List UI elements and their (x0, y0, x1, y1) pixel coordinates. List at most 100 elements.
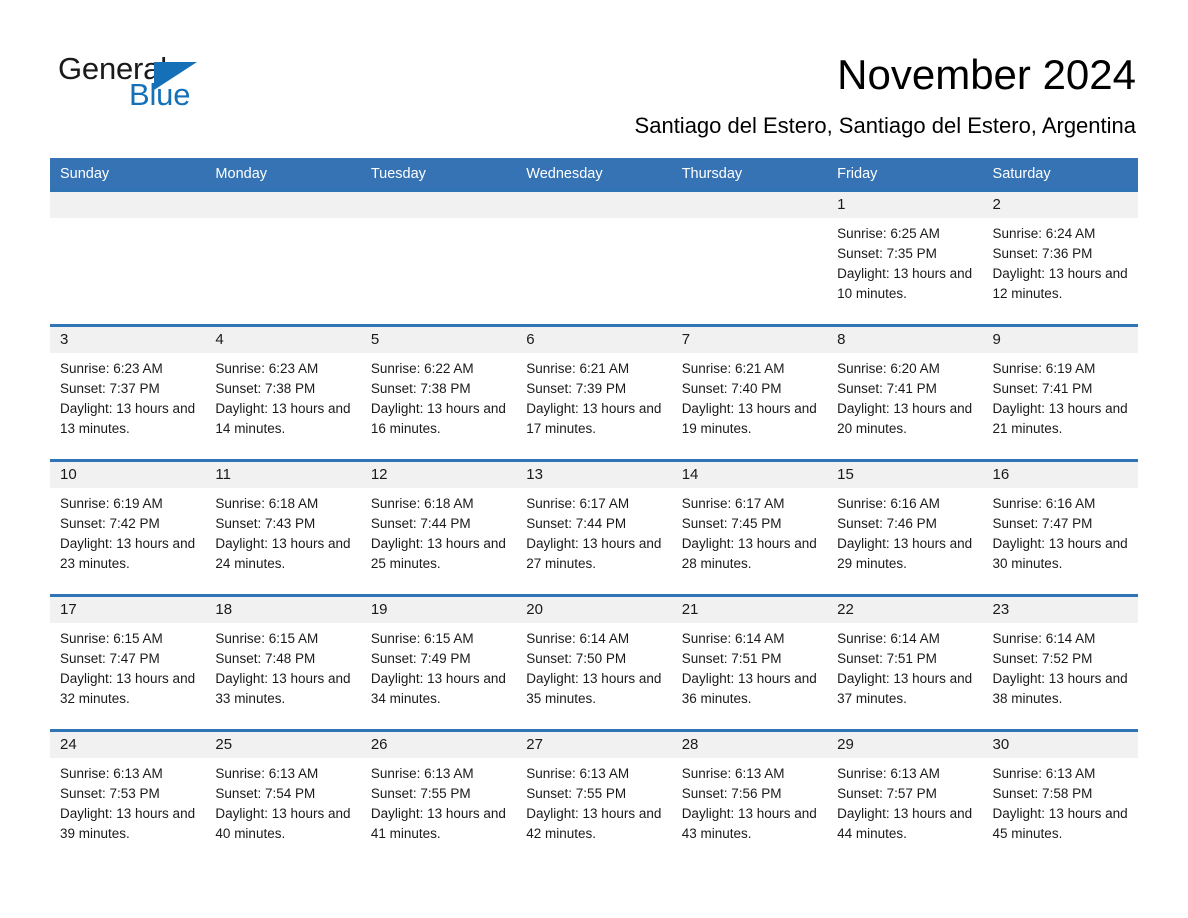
daylight-text: Daylight: 13 hours and 24 minutes. (215, 536, 351, 571)
sunset-text: Sunset: 7:47 PM (992, 516, 1093, 531)
sunset-text: Sunset: 7:42 PM (60, 516, 160, 531)
day-cell[interactable]: 16 Sunrise: 6:16 AM Sunset: 7:47 PM Dayl… (982, 459, 1138, 596)
day-cell[interactable]: 12 Sunrise: 6:18 AM Sunset: 7:44 PM Dayl… (360, 459, 517, 596)
day-number: 24 (50, 732, 206, 758)
day-cell[interactable] (671, 189, 828, 326)
day-details: Sunrise: 6:14 AM Sunset: 7:50 PM Dayligh… (516, 623, 671, 709)
daylight-text: Daylight: 13 hours and 12 minutes. (992, 266, 1128, 301)
day-cell[interactable]: 27 Sunrise: 6:13 AM Sunset: 7:55 PM Dayl… (516, 729, 672, 866)
day-details: Sunrise: 6:20 AM Sunset: 7:41 PM Dayligh… (827, 353, 982, 439)
daylight-text: Daylight: 13 hours and 23 minutes. (60, 536, 196, 571)
sunset-text: Sunset: 7:51 PM (837, 651, 937, 666)
day-details: Sunrise: 6:17 AM Sunset: 7:45 PM Dayligh… (672, 488, 827, 574)
daylight-text: Daylight: 13 hours and 34 minutes. (370, 671, 506, 706)
day-number: 5 (360, 327, 517, 353)
day-details: Sunrise: 6:22 AM Sunset: 7:38 PM Dayligh… (361, 353, 516, 439)
day-cell[interactable]: 24 Sunrise: 6:13 AM Sunset: 7:53 PM Dayl… (50, 729, 206, 866)
day-number (50, 192, 206, 218)
day-cell[interactable]: 14 Sunrise: 6:17 AM Sunset: 7:45 PM Dayl… (671, 459, 828, 596)
day-cell[interactable]: 5 Sunrise: 6:22 AM Sunset: 7:38 PM Dayli… (360, 324, 517, 461)
day-cell[interactable]: 22 Sunrise: 6:14 AM Sunset: 7:51 PM Dayl… (827, 594, 983, 731)
day-number: 20 (516, 597, 672, 623)
day-details: Sunrise: 6:13 AM Sunset: 7:53 PM Dayligh… (50, 758, 205, 844)
page-title: November 2024 (837, 51, 1136, 98)
day-cell[interactable]: 26 Sunrise: 6:13 AM Sunset: 7:55 PM Dayl… (360, 729, 517, 866)
sunrise-text: Sunrise: 6:14 AM (526, 631, 630, 646)
day-cell[interactable]: 30 Sunrise: 6:13 AM Sunset: 7:58 PM Dayl… (982, 729, 1138, 866)
daylight-text: Daylight: 13 hours and 35 minutes. (526, 671, 662, 706)
day-cell[interactable] (360, 189, 517, 326)
day-number: 23 (982, 597, 1138, 623)
day-details: Sunrise: 6:19 AM Sunset: 7:41 PM Dayligh… (983, 353, 1138, 439)
day-cell[interactable]: 2 Sunrise: 6:24 AM Sunset: 7:36 PM Dayli… (982, 189, 1138, 326)
day-number: 4 (205, 327, 361, 353)
location-subtitle: Santiago del Estero, Santiago del Estero… (634, 113, 1136, 138)
day-cell[interactable]: 7 Sunrise: 6:21 AM Sunset: 7:40 PM Dayli… (671, 324, 828, 461)
day-cell[interactable]: 23 Sunrise: 6:14 AM Sunset: 7:52 PM Dayl… (982, 594, 1138, 731)
sunset-text: Sunset: 7:38 PM (370, 381, 471, 396)
day-cell[interactable]: 8 Sunrise: 6:20 AM Sunset: 7:41 PM Dayli… (827, 324, 983, 461)
day-cell[interactable]: 15 Sunrise: 6:16 AM Sunset: 7:46 PM Dayl… (827, 459, 983, 596)
day-number: 15 (827, 462, 983, 488)
sunrise-text: Sunrise: 6:18 AM (370, 496, 474, 511)
daylight-text: Daylight: 13 hours and 21 minutes. (992, 401, 1128, 436)
day-details: Sunrise: 6:15 AM Sunset: 7:47 PM Dayligh… (50, 623, 205, 709)
day-cell[interactable]: 9 Sunrise: 6:19 AM Sunset: 7:41 PM Dayli… (982, 324, 1138, 461)
general-blue-logo: General Blue (58, 52, 288, 114)
sunset-text: Sunset: 7:44 PM (370, 516, 471, 531)
day-cell[interactable]: 10 Sunrise: 6:19 AM Sunset: 7:42 PM Dayl… (50, 459, 206, 596)
day-number: 13 (516, 462, 672, 488)
day-cell[interactable]: 3 Sunrise: 6:23 AM Sunset: 7:37 PM Dayli… (50, 324, 206, 461)
day-number: 7 (671, 327, 828, 353)
day-cell[interactable] (516, 189, 672, 326)
weekday-header-saturday: Saturday (982, 158, 1138, 191)
day-number (205, 192, 361, 218)
sunset-text: Sunset: 7:52 PM (992, 651, 1093, 666)
day-cell[interactable]: 25 Sunrise: 6:13 AM Sunset: 7:54 PM Dayl… (205, 729, 361, 866)
day-cell[interactable]: 4 Sunrise: 6:23 AM Sunset: 7:38 PM Dayli… (205, 324, 361, 461)
day-cell[interactable] (50, 189, 206, 326)
sunrise-text: Sunrise: 6:15 AM (215, 631, 319, 646)
sunset-text: Sunset: 7:38 PM (215, 381, 316, 396)
weekday-header-thursday: Thursday (671, 158, 828, 191)
day-cell[interactable] (205, 189, 361, 326)
day-cell[interactable]: 13 Sunrise: 6:17 AM Sunset: 7:44 PM Dayl… (516, 459, 672, 596)
daylight-text: Daylight: 13 hours and 19 minutes. (681, 401, 817, 436)
daylight-text: Daylight: 13 hours and 10 minutes. (837, 266, 973, 301)
day-cell[interactable]: 18 Sunrise: 6:15 AM Sunset: 7:48 PM Dayl… (205, 594, 361, 731)
sunset-text: Sunset: 7:58 PM (992, 786, 1093, 801)
sunrise-text: Sunrise: 6:16 AM (992, 496, 1096, 511)
day-number: 11 (205, 462, 361, 488)
day-details (50, 218, 205, 224)
daylight-text: Daylight: 13 hours and 42 minutes. (526, 806, 662, 841)
sunset-text: Sunset: 7:41 PM (992, 381, 1093, 396)
day-details: Sunrise: 6:24 AM Sunset: 7:36 PM Dayligh… (983, 218, 1138, 304)
daylight-text: Daylight: 13 hours and 41 minutes. (370, 806, 506, 841)
day-cell[interactable]: 1 Sunrise: 6:25 AM Sunset: 7:35 PM Dayli… (827, 189, 983, 326)
day-cell[interactable]: 20 Sunrise: 6:14 AM Sunset: 7:50 PM Dayl… (516, 594, 672, 731)
sunset-text: Sunset: 7:40 PM (681, 381, 782, 396)
day-details: Sunrise: 6:13 AM Sunset: 7:56 PM Dayligh… (672, 758, 827, 844)
day-details: Sunrise: 6:13 AM Sunset: 7:57 PM Dayligh… (827, 758, 982, 844)
sunset-text: Sunset: 7:41 PM (837, 381, 937, 396)
day-cell[interactable]: 6 Sunrise: 6:21 AM Sunset: 7:39 PM Dayli… (516, 324, 672, 461)
day-cell[interactable]: 17 Sunrise: 6:15 AM Sunset: 7:47 PM Dayl… (50, 594, 206, 731)
day-number: 14 (671, 462, 828, 488)
day-cell[interactable]: 21 Sunrise: 6:14 AM Sunset: 7:51 PM Dayl… (671, 594, 828, 731)
day-details (516, 218, 671, 224)
daylight-text: Daylight: 13 hours and 39 minutes. (60, 806, 196, 841)
day-cell[interactable]: 11 Sunrise: 6:18 AM Sunset: 7:43 PM Dayl… (205, 459, 361, 596)
weekday-header-tuesday: Tuesday (360, 158, 517, 191)
day-details: Sunrise: 6:15 AM Sunset: 7:49 PM Dayligh… (361, 623, 516, 709)
day-details: Sunrise: 6:21 AM Sunset: 7:39 PM Dayligh… (516, 353, 671, 439)
day-cell[interactable]: 28 Sunrise: 6:13 AM Sunset: 7:56 PM Dayl… (671, 729, 828, 866)
day-cell[interactable]: 29 Sunrise: 6:13 AM Sunset: 7:57 PM Dayl… (827, 729, 983, 866)
day-number: 22 (827, 597, 983, 623)
daylight-text: Daylight: 13 hours and 32 minutes. (60, 671, 196, 706)
day-details: Sunrise: 6:23 AM Sunset: 7:37 PM Dayligh… (50, 353, 205, 439)
day-cell[interactable]: 19 Sunrise: 6:15 AM Sunset: 7:49 PM Dayl… (360, 594, 517, 731)
sunset-text: Sunset: 7:53 PM (60, 786, 160, 801)
sunset-text: Sunset: 7:45 PM (681, 516, 782, 531)
daylight-text: Daylight: 13 hours and 36 minutes. (681, 671, 817, 706)
calendar-table: Sunday Monday Tuesday Wednesday Thursday… (50, 158, 1138, 866)
